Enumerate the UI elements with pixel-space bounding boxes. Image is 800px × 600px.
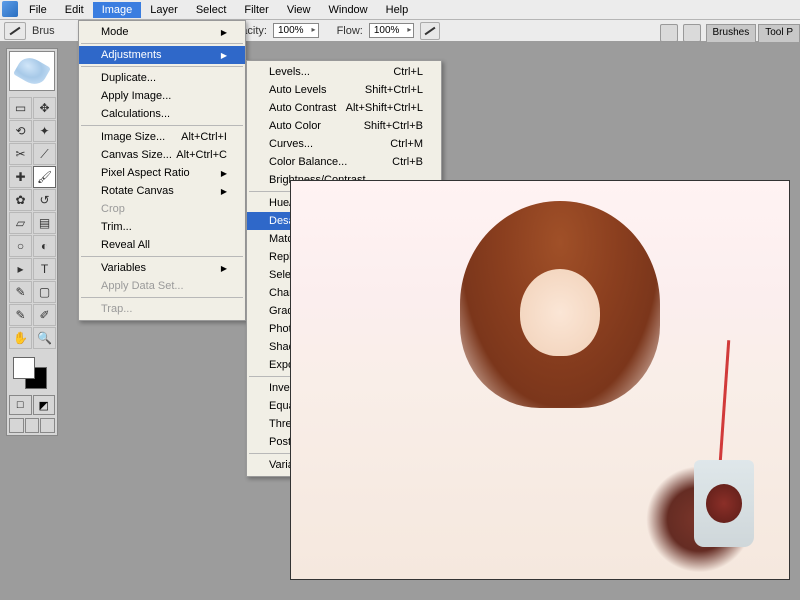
- menuitem-rotate-canvas[interactable]: Rotate Canvas▶: [79, 182, 245, 200]
- tool-history-brush[interactable]: ↺: [33, 189, 56, 211]
- menu-filter[interactable]: Filter: [235, 2, 277, 18]
- menu-layer[interactable]: Layer: [141, 2, 187, 18]
- menuitem-duplicate---[interactable]: Duplicate...: [79, 69, 245, 87]
- tool-zoom[interactable]: 🔍: [33, 327, 56, 349]
- tool-stamp[interactable]: ✿: [9, 189, 32, 211]
- standard-mode-icon[interactable]: □: [9, 395, 32, 415]
- menuitem-pixel-aspect-ratio[interactable]: Pixel Aspect Ratio▶: [79, 164, 245, 182]
- menuitem-auto-contrast[interactable]: Auto ContrastAlt+Shift+Ctrl+L: [247, 99, 441, 117]
- tool-lasso[interactable]: ⟲: [9, 120, 32, 142]
- airbrush-icon[interactable]: [420, 22, 440, 40]
- tool-shape[interactable]: ▢: [33, 281, 56, 303]
- menuitem-crop: Crop: [79, 200, 245, 218]
- menuitem-auto-levels[interactable]: Auto LevelsShift+Ctrl+L: [247, 81, 441, 99]
- menuitem-auto-color[interactable]: Auto ColorShift+Ctrl+B: [247, 117, 441, 135]
- tool-magic-wand[interactable]: ✦: [33, 120, 56, 142]
- image-menu: Mode▶ Adjustments▶ Duplicate...Apply Image…: [78, 20, 246, 321]
- menuitem-mode[interactable]: Mode▶: [79, 23, 245, 41]
- tool-hand[interactable]: ✋: [9, 327, 32, 349]
- menuitem-apply-image---[interactable]: Apply Image...: [79, 87, 245, 105]
- screenmode-standard-icon[interactable]: [9, 418, 24, 433]
- brush-preset-icon[interactable]: [4, 22, 26, 40]
- quickmask-mode-icon[interactable]: ◩: [33, 395, 56, 415]
- menuitem-variables[interactable]: Variables▶: [79, 259, 245, 277]
- menuitem-levels---[interactable]: Levels...Ctrl+L: [247, 63, 441, 81]
- toolbox-header-icon: [9, 51, 55, 91]
- tool-slice[interactable]: ⟋: [33, 143, 56, 165]
- menu-file[interactable]: File: [20, 2, 56, 18]
- menuitem-apply-data-set---: Apply Data Set...: [79, 277, 245, 295]
- menu-image[interactable]: Image: [93, 2, 142, 18]
- menuitem-trap---: Trap...: [79, 300, 245, 318]
- tab-brushes[interactable]: Brushes: [706, 24, 757, 42]
- tool-eyedropper[interactable]: ✐: [33, 304, 56, 326]
- tool-blur[interactable]: ○: [9, 235, 32, 257]
- tool-healing[interactable]: ✚: [9, 166, 32, 188]
- app-logo-icon: [2, 1, 18, 17]
- menubar: FileEditImageLayerSelectFilterViewWindow…: [0, 0, 800, 20]
- toolbox: ▭✥⟲✦✂⟋✚🖌✿↺▱▤○◐▸T✎▢✎✐✋🔍 □ ◩: [6, 48, 58, 436]
- screenmode-full-menubar-icon[interactable]: [25, 418, 40, 433]
- menu-help[interactable]: Help: [377, 2, 418, 18]
- tool-eraser[interactable]: ▱: [9, 212, 32, 234]
- menuitem-color-balance---[interactable]: Color Balance...Ctrl+B: [247, 153, 441, 171]
- menu-window[interactable]: Window: [320, 2, 377, 18]
- flow-label: Flow:: [337, 25, 363, 37]
- tool-notes[interactable]: ✎: [9, 304, 32, 326]
- panel-icon[interactable]: [683, 24, 701, 42]
- menuitem-trim---[interactable]: Trim...: [79, 218, 245, 236]
- tool-gradient[interactable]: ▤: [33, 212, 56, 234]
- tool-dodge[interactable]: ◐: [33, 235, 56, 257]
- foreground-swatch[interactable]: [13, 357, 35, 379]
- menu-view[interactable]: View: [278, 2, 320, 18]
- brush-label: Brus: [32, 25, 55, 37]
- tool-type[interactable]: T: [33, 258, 56, 280]
- tool-move[interactable]: ✥: [33, 97, 56, 119]
- tool-brush[interactable]: 🖌: [33, 166, 56, 188]
- menu-edit[interactable]: Edit: [56, 2, 93, 18]
- menuitem-reveal-all[interactable]: Reveal All: [79, 236, 245, 254]
- tool-crop[interactable]: ✂: [9, 143, 32, 165]
- menuitem-adjustments[interactable]: Adjustments▶: [79, 46, 245, 64]
- menuitem-canvas-size---[interactable]: Canvas Size...Alt+Ctrl+C: [79, 146, 245, 164]
- screenmode-full-icon[interactable]: [40, 418, 55, 433]
- tool-marquee-rect[interactable]: ▭: [9, 97, 32, 119]
- right-panel-tabs: Brushes Tool P: [660, 24, 800, 42]
- menuitem-image-size---[interactable]: Image Size...Alt+Ctrl+I: [79, 128, 245, 146]
- photo-content: [291, 181, 789, 579]
- document-canvas[interactable]: [290, 180, 790, 580]
- tool-pen[interactable]: ✎: [9, 281, 32, 303]
- color-swatches[interactable]: [9, 355, 55, 391]
- menu-select[interactable]: Select: [187, 2, 236, 18]
- tool-path-select[interactable]: ▸: [9, 258, 32, 280]
- panel-icon[interactable]: [660, 24, 678, 42]
- opacity-value[interactable]: 100%: [273, 23, 319, 38]
- flow-value[interactable]: 100%: [369, 23, 415, 38]
- menuitem-calculations---[interactable]: Calculations...: [79, 105, 245, 123]
- tab-tool-presets[interactable]: Tool P: [758, 24, 800, 42]
- menuitem-curves---[interactable]: Curves...Ctrl+M: [247, 135, 441, 153]
